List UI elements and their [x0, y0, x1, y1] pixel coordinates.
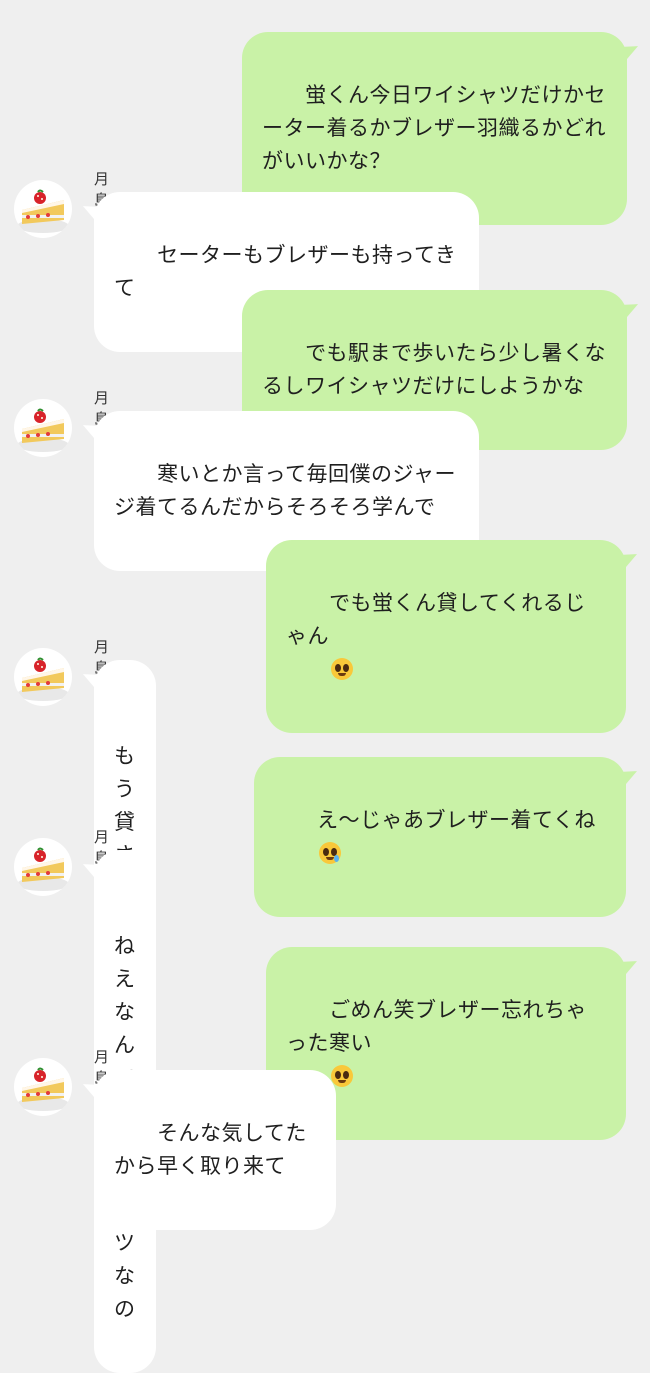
outgoing-bubble[interactable]: え〜じゃあブレザー着てくね — [254, 757, 626, 917]
pleading-face-emoji — [331, 1065, 354, 1087]
message-text: そんな気してたから早く取り来て — [114, 1121, 307, 1178]
message-text: え〜じゃあブレザー着てくね — [317, 808, 596, 832]
chat-view: 蛍くん今日ワイシャツだけかセーター着るかブレザー羽織るかどれがいいかな？ 月島蛍… — [0, 0, 650, 1373]
contact-avatar[interactable] — [14, 648, 72, 706]
tearful-smile-emoji — [319, 842, 342, 864]
strawberry-shortcake-icon — [17, 657, 69, 701]
contact-avatar[interactable] — [14, 1058, 72, 1116]
incoming-bubble[interactable]: そんな気してたから早く取り来て — [94, 1070, 336, 1230]
contact-avatar[interactable] — [14, 399, 72, 457]
strawberry-shortcake-icon — [17, 1067, 69, 1111]
strawberry-shortcake-icon — [17, 408, 69, 452]
message-text: ごめん笑ブレザー忘れちゃった寒い — [286, 998, 588, 1055]
outgoing-message: え〜じゃあブレザー着てくね — [254, 757, 626, 917]
outgoing-message: でも蛍くん貸してくれるじゃん — [266, 540, 626, 733]
contact-avatar[interactable] — [14, 180, 72, 238]
contact-avatar[interactable] — [14, 838, 72, 896]
message-text: でも蛍くん貸してくれるじゃん — [286, 591, 586, 648]
pleading-face-emoji — [331, 658, 354, 680]
strawberry-shortcake-icon — [17, 189, 69, 233]
message-text: でも駅まで歩いたら少し暑くなるしワイシャツだけにしようかな — [262, 341, 607, 398]
message-text: 蛍くん今日ワイシャツだけかセーター着るかブレザー羽織るかどれがいいかな？ — [262, 83, 607, 173]
strawberry-shortcake-icon — [17, 847, 69, 891]
message-text: 寒いとか言って毎回僕のジャージ着てるんだからそろそろ学んで — [114, 462, 456, 519]
outgoing-bubble[interactable]: でも蛍くん貸してくれるじゃん — [266, 540, 626, 733]
